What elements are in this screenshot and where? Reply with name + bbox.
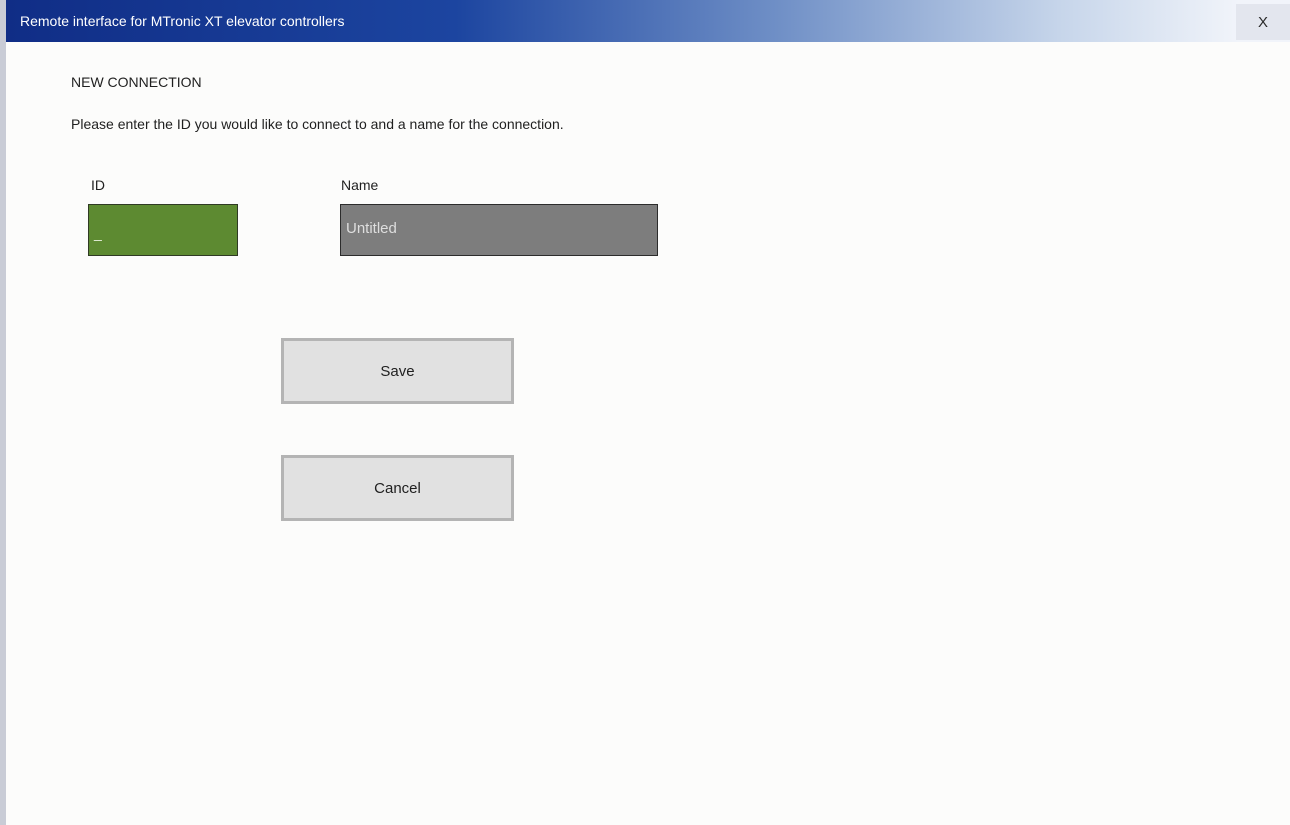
name-input[interactable]: Untitled xyxy=(340,204,658,256)
app-window: Remote interface for MTronic XT elevator… xyxy=(0,0,1290,825)
window-left-border xyxy=(0,0,6,825)
instructions-text: Please enter the ID you would like to co… xyxy=(71,116,564,132)
close-button[interactable]: X xyxy=(1236,4,1290,40)
name-field-label: Name xyxy=(341,177,379,193)
cancel-button[interactable]: Cancel xyxy=(281,455,514,521)
id-input[interactable]: _ xyxy=(88,204,238,256)
id-field-label: ID xyxy=(91,177,105,193)
title-bar: Remote interface for MTronic XT elevator… xyxy=(6,0,1290,42)
save-button[interactable]: Save xyxy=(281,338,514,404)
id-input-value: _ xyxy=(94,225,102,241)
name-input-value: Untitled xyxy=(346,220,397,237)
window-title: Remote interface for MTronic XT elevator… xyxy=(20,13,345,29)
page-title: NEW CONNECTION xyxy=(71,74,202,90)
